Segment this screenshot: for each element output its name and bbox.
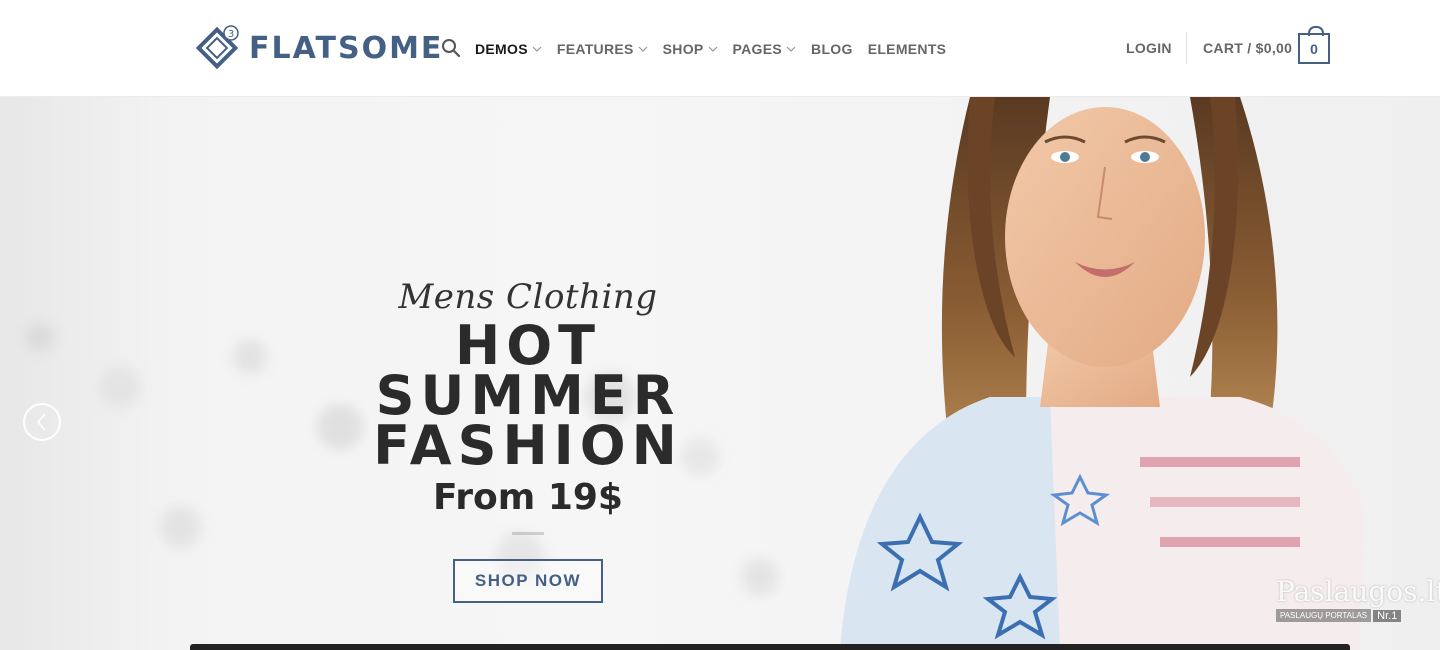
site-header: 3 FLATSOME DEMOS FEATURES SHOP PAGES BLO… bbox=[0, 0, 1440, 97]
nav-item-blog[interactable]: BLOG bbox=[811, 41, 853, 57]
hero-caption: Mens Clothing HOT SUMMER FASHION From 19… bbox=[318, 277, 738, 603]
chevron-down-icon bbox=[786, 46, 796, 52]
slider-prev-button[interactable] bbox=[23, 403, 61, 441]
hero-divider bbox=[512, 532, 544, 535]
search-icon[interactable] bbox=[441, 38, 461, 58]
watermark: Paslaugos.lt PASLAUGŲ PORTALAS Nr.1 bbox=[1276, 575, 1440, 628]
nav-label: SHOP bbox=[662, 41, 704, 57]
nav-label: FEATURES bbox=[556, 41, 634, 57]
watermark-sub-2: Nr.1 bbox=[1373, 609, 1402, 622]
logo[interactable]: 3 FLATSOME bbox=[193, 24, 443, 72]
nav-label: ELEMENTS bbox=[867, 41, 947, 57]
hero-subtitle: Mens Clothing bbox=[398, 277, 658, 317]
nav-item-features[interactable]: FEATURES bbox=[557, 41, 648, 57]
nav-item-elements[interactable]: ELEMENTS bbox=[868, 41, 947, 57]
hero-title-line-2: FASHION bbox=[373, 414, 683, 477]
watermark-subline: PASLAUGŲ PORTALAS Nr.1 bbox=[1276, 609, 1416, 622]
logo-diamond-icon: 3 bbox=[195, 25, 239, 70]
hero-title-line-1: HOT SUMMER bbox=[375, 314, 681, 427]
login-link[interactable]: LOGIN bbox=[1126, 40, 1172, 56]
nav-label: BLOG bbox=[811, 41, 853, 57]
model-image bbox=[840, 97, 1365, 650]
nav-label: PAGES bbox=[732, 41, 783, 57]
nav-label: DEMOS bbox=[475, 41, 528, 57]
header-divider bbox=[1186, 32, 1187, 64]
hero-price: From 19$ bbox=[433, 477, 623, 518]
chevron-down-icon bbox=[708, 46, 717, 52]
nav-item-shop[interactable]: SHOP bbox=[663, 41, 718, 57]
logo-text: FLATSOME bbox=[249, 30, 444, 66]
logo-badge: 3 bbox=[228, 29, 234, 40]
bottom-bar bbox=[190, 644, 1350, 650]
watermark-text: Paslaugos.lt bbox=[1276, 575, 1440, 608]
chevron-down-icon bbox=[638, 46, 648, 52]
chevron-down-icon bbox=[532, 46, 542, 52]
main-nav: DEMOS FEATURES SHOP PAGES BLOG ELEMENTS bbox=[475, 40, 961, 58]
chevron-left-icon bbox=[36, 413, 46, 431]
shop-now-button[interactable]: SHOP NOW bbox=[452, 559, 604, 603]
watermark-sub-1: PASLAUGŲ PORTALAS bbox=[1276, 609, 1372, 622]
cart-bag-icon[interactable]: 0 bbox=[1298, 26, 1330, 64]
cart-count: 0 bbox=[1310, 40, 1318, 57]
nav-item-demos[interactable]: DEMOS bbox=[475, 41, 542, 57]
hero-slider: Mens Clothing HOT SUMMER FASHION From 19… bbox=[0, 97, 1440, 650]
cart-link[interactable]: CART / $0,00 bbox=[1203, 40, 1292, 56]
hero-title: HOT SUMMER FASHION bbox=[318, 314, 738, 477]
nav-item-pages[interactable]: PAGES bbox=[733, 41, 796, 57]
